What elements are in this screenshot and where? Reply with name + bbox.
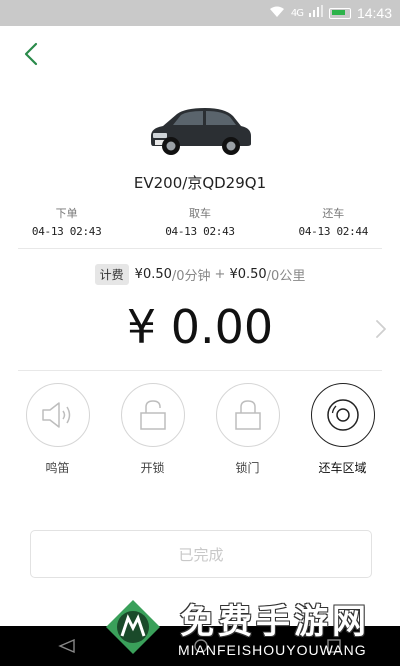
fee-badge: 计费: [94, 264, 129, 285]
lock-icon: [234, 400, 261, 430]
total-amount: ¥ 0.00: [126, 300, 274, 354]
action-label: 开锁: [140, 461, 165, 475]
chevron-left-icon: [24, 42, 38, 66]
distance-price: ¥0.50: [229, 267, 267, 282]
car-title: EV200/京QD29Q1: [133, 174, 267, 192]
target-icon: [326, 399, 359, 431]
fee-row: 计费 ¥0.50 /0分钟 + ¥0.50 /0公里: [0, 264, 400, 285]
lock-button[interactable]: 锁门: [206, 383, 290, 476]
time-label: 取车: [188, 207, 211, 220]
time-value: 04-13 02:44: [298, 225, 369, 238]
completed-button[interactable]: 已完成: [30, 530, 372, 578]
speaker-icon: [41, 402, 70, 428]
nav-back-icon[interactable]: [58, 639, 76, 653]
divider: [18, 370, 382, 371]
watermark-subtitle: MIANFEISHOUYOUWANG: [178, 642, 367, 658]
watermark-logo-icon: [106, 600, 160, 654]
time-label: 下单: [55, 207, 78, 220]
unlock-button[interactable]: 开锁: [111, 383, 195, 476]
signal-icon: [308, 5, 323, 21]
action-circle: [120, 383, 185, 447]
status-bar: 4G 14:43: [0, 0, 400, 26]
unlock-icon: [139, 400, 166, 430]
return-area-button[interactable]: 还车区域: [301, 383, 385, 476]
time-unit: /0分钟: [171, 269, 211, 284]
action-circle: [25, 383, 90, 447]
time-value: 04-13 02:43: [165, 225, 235, 238]
battery-icon: [328, 7, 351, 19]
trip-times: 下单 04-13 02:43 取车 04-13 02:43 还车 04-13 0…: [0, 205, 400, 238]
fee-detail-button[interactable]: [374, 318, 388, 340]
wifi-icon: [269, 6, 285, 21]
back-button[interactable]: [18, 40, 46, 68]
watermark: 免费手游网 MIANFEISHOUYOUWANG: [100, 592, 400, 666]
action-circle: [215, 383, 280, 447]
time-pickup: 取车 04-13 02:43: [140, 205, 260, 238]
action-row: 鸣笛 开锁 锁门 还车区域: [0, 383, 400, 476]
action-circle: [310, 383, 375, 447]
status-time: 14:43: [356, 5, 392, 21]
distance-unit: /0公里: [266, 269, 306, 284]
chevron-right-icon: [376, 320, 386, 338]
divider: [18, 248, 382, 249]
time-price: ¥0.50: [134, 267, 172, 282]
car-image: [145, 100, 255, 160]
time-order: 下单 04-13 02:43: [7, 205, 127, 238]
fee-plus: +: [214, 267, 226, 282]
time-return: 还车 04-13 02:44: [273, 205, 393, 238]
time-label: 还车: [322, 207, 345, 220]
network-label: 4G: [290, 7, 304, 19]
action-label: 鸣笛: [45, 461, 70, 475]
action-label: 锁门: [235, 461, 260, 475]
horn-button[interactable]: 鸣笛: [16, 383, 100, 476]
action-label: 还车区域: [318, 461, 367, 475]
time-value: 04-13 02:43: [31, 225, 102, 238]
watermark-title: 免费手游网: [180, 602, 370, 642]
